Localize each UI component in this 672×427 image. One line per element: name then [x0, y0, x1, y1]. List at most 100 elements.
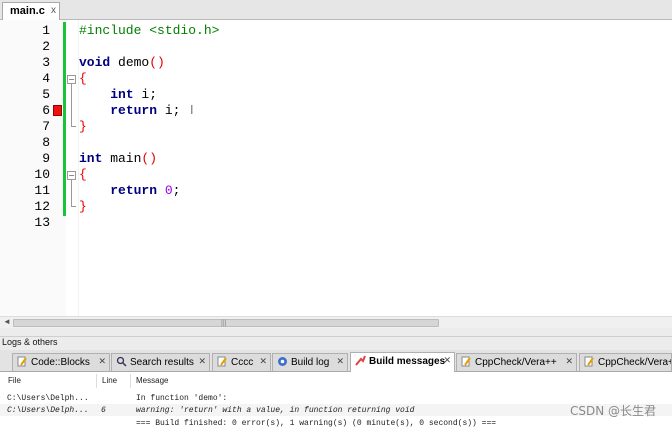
- change-bar: [63, 22, 66, 216]
- code-line-1: #include <stdio.h>: [79, 23, 219, 39]
- identifier: i;: [133, 87, 158, 102]
- line-number: 7: [42, 119, 50, 134]
- identifier: main: [102, 151, 142, 166]
- close-icon[interactable]: ✕: [98, 356, 106, 367]
- tab-label: main.c: [10, 5, 45, 17]
- line-number: 1: [42, 23, 50, 38]
- tab-code-blocks[interactable]: Code::Blocks ✕: [12, 353, 110, 371]
- gear-icon: [278, 357, 287, 366]
- close-icon[interactable]: x: [51, 5, 56, 16]
- code-line-5: int i;: [79, 87, 157, 103]
- line-number: 11: [34, 183, 50, 198]
- code-line-10: {: [79, 167, 87, 182]
- fold-guide: [71, 84, 72, 126]
- column-separator[interactable]: [130, 374, 131, 388]
- logs-tab-bar: Code::Blocks ✕ Search results ✕ Cccc ✕ Buil…: [0, 350, 672, 372]
- logs-panel-title: Logs & others: [0, 336, 672, 350]
- column-header-file[interactable]: File: [8, 376, 21, 385]
- keyword: int: [79, 151, 103, 166]
- table-cell-file[interactable]: C:\Users\Delph...: [7, 394, 89, 403]
- code-line-12: }: [79, 199, 87, 214]
- preprocessor-directive: #include <stdio.h>: [79, 23, 220, 38]
- keyword: int: [110, 87, 134, 102]
- doc-pencil-icon: [584, 356, 594, 367]
- fold-end: [71, 126, 76, 127]
- table-cell-message[interactable]: warning: 'return' with a value, in funct…: [136, 406, 414, 415]
- close-icon[interactable]: ✕: [565, 356, 573, 367]
- tab-build-log[interactable]: Build log ✕: [272, 353, 348, 371]
- identifier: i;: [157, 103, 181, 118]
- line-number: 3: [42, 55, 50, 70]
- keyword: void: [79, 55, 111, 70]
- watermark: CSDN @长生君: [569, 404, 656, 418]
- tab-cppcheck-vera-1[interactable]: CppCheck/Vera++ ✕: [456, 353, 577, 371]
- parentheses: (): [141, 151, 158, 166]
- fold-minus-icon[interactable]: −: [67, 171, 76, 180]
- code-line-7: }: [79, 119, 87, 134]
- tab-label: Search results: [130, 357, 194, 368]
- editor-tab-bar: main.c x: [0, 0, 672, 20]
- tab-label: Build messages: [369, 356, 446, 367]
- tab-label: CppCheck/Vera++: [598, 357, 672, 368]
- line-number: 8: [42, 135, 50, 150]
- tab-cppcheck-vera-2[interactable]: CppCheck/Vera++: [579, 353, 672, 371]
- search-icon: [116, 356, 127, 367]
- parentheses: (): [149, 55, 165, 70]
- keyword: return: [110, 103, 158, 118]
- grip-icon: |||: [221, 320, 227, 327]
- error-marker-icon[interactable]: [53, 105, 62, 116]
- code-line-9: int main(): [79, 151, 157, 167]
- table-cell-message[interactable]: === Build finished: 0 error(s), 1 warnin…: [136, 419, 496, 427]
- close-icon[interactable]: ✕: [336, 356, 344, 367]
- line-number: 13: [34, 215, 50, 230]
- semicolon: ;: [172, 183, 181, 198]
- column-header-line[interactable]: Line: [102, 376, 117, 385]
- tab-main-c[interactable]: main.c x: [2, 2, 60, 20]
- line-number: 5: [42, 87, 50, 102]
- tab-label: Cccc: [231, 357, 254, 368]
- fold-minus-icon[interactable]: −: [67, 75, 76, 84]
- line-number: 4: [42, 71, 50, 86]
- line-number: 12: [34, 199, 50, 214]
- tab-label: CppCheck/Vera++: [475, 357, 557, 368]
- doc-pencil-icon: [217, 356, 227, 367]
- code-editor[interactable]: 1 2 3 4 5 6 7 8 9 10 11 12 13 − − #inclu…: [0, 20, 672, 316]
- tab-build-messages[interactable]: Build messages ✕: [350, 352, 455, 372]
- fold-guide: [71, 180, 72, 206]
- line-number: 6: [42, 103, 50, 118]
- line-number: 10: [34, 167, 50, 182]
- scroll-left-icon[interactable]: ◄: [3, 317, 11, 326]
- column-separator[interactable]: [96, 374, 97, 388]
- column-header-message[interactable]: Message: [136, 376, 168, 385]
- doc-pencil-icon: [461, 356, 471, 367]
- tab-cccc[interactable]: Cccc ✕: [212, 353, 271, 371]
- doc-pencil-icon: [17, 356, 27, 367]
- close-icon[interactable]: ✕: [443, 355, 451, 366]
- close-icon[interactable]: ✕: [259, 356, 267, 367]
- tab-search-results[interactable]: Search results ✕: [111, 353, 210, 371]
- code-line-11: return 0;: [79, 183, 180, 199]
- tab-label: Build log: [291, 357, 330, 368]
- code-line-4: {: [79, 71, 87, 86]
- close-icon[interactable]: ✕: [198, 356, 206, 367]
- text-cursor-icon: I: [190, 103, 194, 117]
- scrollbar-thumb[interactable]: |||: [13, 319, 439, 327]
- table-cell-file[interactable]: C:\Users\Delph...: [7, 406, 89, 415]
- horizontal-scrollbar[interactable]: ◄ |||: [0, 316, 672, 328]
- tab-label: Code::Blocks: [31, 357, 90, 368]
- identifier: demo: [110, 55, 150, 70]
- line-number: 9: [42, 151, 50, 166]
- build-messages-icon: [355, 355, 366, 366]
- number-literal: 0: [164, 183, 173, 198]
- code-line-3: void demo(): [79, 55, 165, 71]
- table-cell-line[interactable]: 6: [101, 406, 106, 415]
- code-line-6: return i;: [79, 103, 180, 119]
- line-number: 2: [42, 39, 50, 54]
- keyword: return: [110, 183, 158, 198]
- fold-end: [71, 206, 76, 207]
- table-cell-message[interactable]: In function 'demo':: [136, 394, 227, 403]
